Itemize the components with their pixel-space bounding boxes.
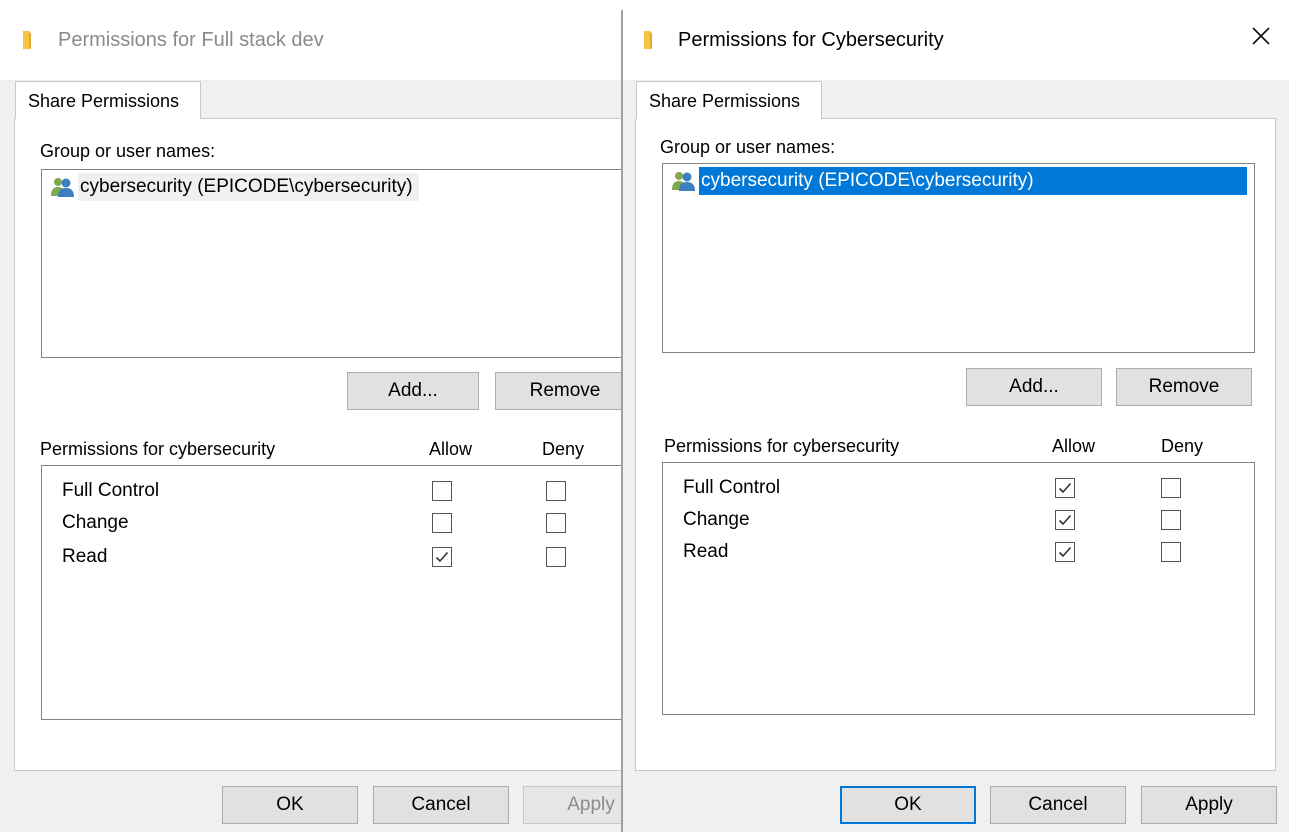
dialog-title: Permissions for Cybersecurity [678,29,944,51]
checkmark-icon [1058,546,1072,558]
deny-checkbox[interactable] [1161,510,1181,530]
allow-checkbox-checked[interactable] [432,547,452,567]
ok-button[interactable]: OK [840,786,976,824]
permission-name: Full Control [683,477,781,498]
list-item[interactable]: cybersecurity (EPICODE\cybersecurity) [50,173,419,201]
allow-checkbox[interactable] [432,481,452,501]
allow-checkbox-checked[interactable] [1055,542,1075,562]
permission-name: Read [683,541,729,562]
users-icon [51,178,74,197]
permissions-list: Full Control Change Read [41,465,622,720]
checkmark-icon [1058,514,1072,526]
cancel-button[interactable]: Cancel [990,786,1126,824]
list-item-label: cybersecurity (EPICODE\cybersecurity) [78,173,419,201]
permissions-dialog-full-stack-dev: Permissions for Full stack dev Share Per… [0,0,622,832]
users-icon [672,172,695,191]
close-button[interactable] [1243,18,1279,54]
permission-row-full-control: Full Control [683,473,1243,503]
remove-button[interactable]: Remove [1116,368,1252,406]
tab-share-permissions[interactable]: Share Permissions [636,81,822,119]
add-button[interactable]: Add... [347,372,479,410]
permission-row-read: Read [62,542,622,572]
allow-column-header: Allow [429,439,473,459]
close-icon [1252,27,1270,45]
permissions-for-label: Permissions for cybersecurity [40,439,276,459]
permission-row-change: Change [683,505,1243,535]
share-permissions-panel: Group or user names: cybersecurity (EPIC… [14,118,622,771]
permission-name: Change [62,512,129,533]
dialog-title: Permissions for Full stack dev [58,29,324,51]
group-user-list[interactable]: cybersecurity (EPICODE\cybersecurity) [662,163,1255,353]
deny-checkbox[interactable] [1161,478,1181,498]
add-button[interactable]: Add... [966,368,1102,406]
title-bar[interactable]: Permissions for Full stack dev [0,0,622,80]
permissions-dialog-cybersecurity: Permissions for Cybersecurity Share Perm… [623,0,1289,832]
permission-name: Read [62,546,108,567]
title-bar[interactable]: Permissions for Cybersecurity [623,0,1289,80]
deny-checkbox[interactable] [1161,542,1181,562]
permission-row-read: Read [683,537,1243,567]
folder-icon [23,31,31,49]
apply-button[interactable]: Apply [523,786,622,824]
permission-name: Full Control [62,480,160,501]
list-item[interactable]: cybersecurity (EPICODE\cybersecurity) [671,167,1247,195]
share-permissions-panel: Group or user names: cybersecurity (EPIC… [635,118,1276,771]
allow-checkbox-checked[interactable] [1055,478,1075,498]
deny-checkbox[interactable] [546,547,566,567]
allow-checkbox-checked[interactable] [1055,510,1075,530]
deny-checkbox[interactable] [546,513,566,533]
checkmark-icon [435,551,449,563]
allow-checkbox[interactable] [432,513,452,533]
group-user-label: Group or user names: [40,141,216,161]
deny-column-header: Deny [1161,436,1204,456]
ok-button[interactable]: OK [222,786,358,824]
group-user-list[interactable]: cybersecurity (EPICODE\cybersecurity) [41,169,622,358]
permissions-for-label: Permissions for cybersecurity [664,436,900,456]
allow-column-header: Allow [1052,436,1096,456]
deny-checkbox[interactable] [546,481,566,501]
cancel-button[interactable]: Cancel [373,786,509,824]
permission-row-full-control: Full Control [62,476,622,506]
permission-name: Change [683,509,750,530]
remove-button[interactable]: Remove [495,372,622,410]
folder-icon [644,31,652,49]
group-user-label: Group or user names: [660,137,836,157]
permission-row-change: Change [62,508,622,538]
checkmark-icon [1058,482,1072,494]
permissions-list: Full Control Change Read [662,462,1255,715]
deny-column-header: Deny [542,439,585,459]
tab-share-permissions[interactable]: Share Permissions [15,81,201,119]
apply-button[interactable]: Apply [1141,786,1277,824]
list-item-label: cybersecurity (EPICODE\cybersecurity) [699,167,1247,195]
